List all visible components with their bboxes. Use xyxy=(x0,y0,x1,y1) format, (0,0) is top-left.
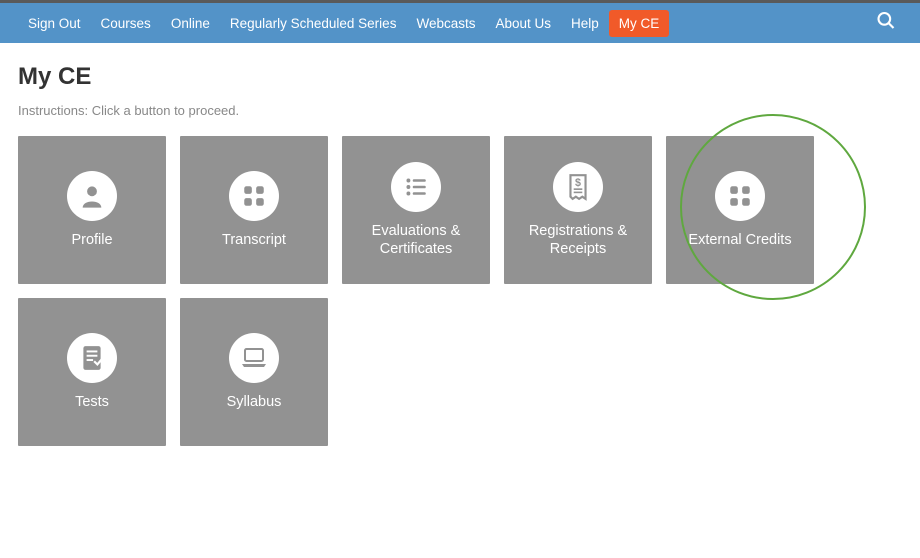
svg-text:$: $ xyxy=(575,177,581,189)
search-icon[interactable] xyxy=(876,11,896,36)
instructions-text: Instructions: Click a button to proceed. xyxy=(18,103,902,118)
tile-label: Transcript xyxy=(214,231,294,249)
tile-transcript[interactable]: Transcript xyxy=(180,136,328,284)
nav-my-ce[interactable]: My CE xyxy=(609,10,670,37)
nav-help[interactable]: Help xyxy=(561,6,609,41)
tile-tests[interactable]: Tests xyxy=(18,298,166,446)
grid-icon xyxy=(715,171,765,221)
tile-profile[interactable]: Profile xyxy=(18,136,166,284)
nav-about-us[interactable]: About Us xyxy=(485,6,561,41)
test-icon xyxy=(67,333,117,383)
tile-label: External Credits xyxy=(680,231,799,249)
page-title: My CE xyxy=(18,63,902,91)
nav-rss[interactable]: Regularly Scheduled Series xyxy=(220,6,407,41)
tile-registrations[interactable]: $ Registrations & Receipts xyxy=(504,136,652,284)
tile-label: Tests xyxy=(67,393,117,411)
tile-label: Registrations & Receipts xyxy=(508,222,648,258)
tile-label: Profile xyxy=(63,231,120,249)
tile-syllabus[interactable]: Syllabus xyxy=(180,298,328,446)
tile-label: Syllabus xyxy=(219,393,290,411)
page-content: My CE Instructions: Click a button to pr… xyxy=(0,43,920,466)
navbar: Sign Out Courses Online Regularly Schedu… xyxy=(0,3,920,43)
tile-label: Evaluations & Certificates xyxy=(346,222,486,258)
nav-courses[interactable]: Courses xyxy=(91,6,161,41)
person-icon xyxy=(67,171,117,221)
list-icon xyxy=(391,162,441,212)
tile-evaluations[interactable]: Evaluations & Certificates xyxy=(342,136,490,284)
tile-external-credits[interactable]: External Credits xyxy=(666,136,814,284)
nav-sign-out[interactable]: Sign Out xyxy=(18,6,91,41)
grid-icon xyxy=(229,171,279,221)
nav-online[interactable]: Online xyxy=(161,6,220,41)
tiles-grid: Profile Transcript xyxy=(18,136,902,446)
receipt-icon: $ xyxy=(553,162,603,212)
nav-items: Sign Out Courses Online Regularly Schedu… xyxy=(18,6,669,41)
nav-webcasts[interactable]: Webcasts xyxy=(406,6,485,41)
laptop-icon xyxy=(229,333,279,383)
